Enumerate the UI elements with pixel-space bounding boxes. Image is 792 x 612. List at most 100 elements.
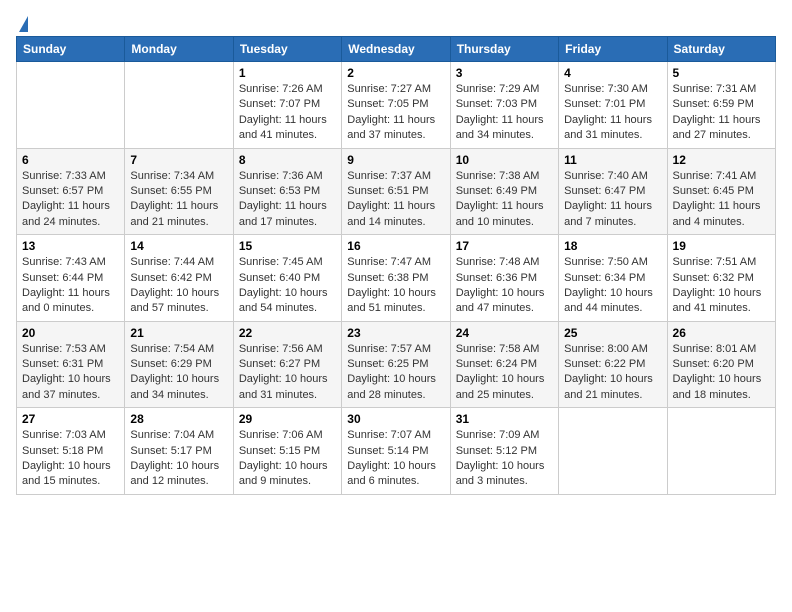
sunrise-text: Sunrise: 8:00 AM [564,343,648,355]
sunrise-text: Sunrise: 7:53 AM [22,343,106,355]
day-info: Sunrise: 7:56 AM Sunset: 6:27 PM Dayligh… [239,342,336,404]
sunset-text: Sunset: 5:14 PM [347,445,428,457]
day-number: 28 [130,412,227,426]
sunrise-text: Sunrise: 7:43 AM [22,256,106,268]
logo-triangle-icon [19,16,28,32]
calendar-cell: 19 Sunrise: 7:51 AM Sunset: 6:32 PM Dayl… [667,235,775,322]
daylight-text: Daylight: 11 hours and 7 minutes. [564,200,652,227]
weekday-header-cell: Tuesday [233,37,341,62]
calendar-cell: 21 Sunrise: 7:54 AM Sunset: 6:29 PM Dayl… [125,321,233,408]
calendar-cell: 1 Sunrise: 7:26 AM Sunset: 7:07 PM Dayli… [233,62,341,149]
sunset-text: Sunset: 6:42 PM [130,272,211,284]
day-info: Sunrise: 7:44 AM Sunset: 6:42 PM Dayligh… [130,255,227,317]
daylight-text: Daylight: 10 hours and 37 minutes. [22,373,111,400]
calendar-cell: 3 Sunrise: 7:29 AM Sunset: 7:03 PM Dayli… [450,62,558,149]
sunrise-text: Sunrise: 7:57 AM [347,343,431,355]
day-info: Sunrise: 7:41 AM Sunset: 6:45 PM Dayligh… [673,169,770,231]
day-number: 12 [673,153,770,167]
calendar-week-row: 20 Sunrise: 7:53 AM Sunset: 6:31 PM Dayl… [17,321,776,408]
sunrise-text: Sunrise: 7:34 AM [130,170,214,182]
sunset-text: Sunset: 5:12 PM [456,445,537,457]
calendar-cell: 6 Sunrise: 7:33 AM Sunset: 6:57 PM Dayli… [17,148,125,235]
sunset-text: Sunset: 6:55 PM [130,185,211,197]
sunset-text: Sunset: 6:38 PM [347,272,428,284]
day-number: 27 [22,412,119,426]
calendar-week-row: 1 Sunrise: 7:26 AM Sunset: 7:07 PM Dayli… [17,62,776,149]
day-number: 5 [673,66,770,80]
day-info: Sunrise: 7:03 AM Sunset: 5:18 PM Dayligh… [22,428,119,490]
sunrise-text: Sunrise: 7:06 AM [239,429,323,441]
weekday-header-cell: Saturday [667,37,775,62]
sunrise-text: Sunrise: 7:48 AM [456,256,540,268]
sunrise-text: Sunrise: 7:38 AM [456,170,540,182]
calendar-cell: 27 Sunrise: 7:03 AM Sunset: 5:18 PM Dayl… [17,408,125,495]
day-number: 4 [564,66,661,80]
day-number: 18 [564,239,661,253]
day-info: Sunrise: 7:34 AM Sunset: 6:55 PM Dayligh… [130,169,227,231]
sunset-text: Sunset: 7:05 PM [347,98,428,110]
daylight-text: Daylight: 11 hours and 27 minutes. [673,114,761,141]
calendar-cell: 22 Sunrise: 7:56 AM Sunset: 6:27 PM Dayl… [233,321,341,408]
daylight-text: Daylight: 10 hours and 28 minutes. [347,373,436,400]
sunset-text: Sunset: 6:45 PM [673,185,754,197]
day-number: 3 [456,66,553,80]
daylight-text: Daylight: 11 hours and 24 minutes. [22,200,110,227]
day-number: 17 [456,239,553,253]
sunrise-text: Sunrise: 7:40 AM [564,170,648,182]
daylight-text: Daylight: 11 hours and 37 minutes. [347,114,435,141]
sunrise-text: Sunrise: 7:58 AM [456,343,540,355]
daylight-text: Daylight: 11 hours and 31 minutes. [564,114,652,141]
day-number: 26 [673,326,770,340]
day-number: 21 [130,326,227,340]
day-number: 29 [239,412,336,426]
day-info: Sunrise: 7:43 AM Sunset: 6:44 PM Dayligh… [22,255,119,317]
sunrise-text: Sunrise: 7:41 AM [673,170,757,182]
sunrise-text: Sunrise: 7:27 AM [347,83,431,95]
daylight-text: Daylight: 10 hours and 9 minutes. [239,460,328,487]
day-number: 30 [347,412,444,426]
sunrise-text: Sunrise: 7:44 AM [130,256,214,268]
sunset-text: Sunset: 6:32 PM [673,272,754,284]
calendar-cell [667,408,775,495]
calendar-week-row: 13 Sunrise: 7:43 AM Sunset: 6:44 PM Dayl… [17,235,776,322]
day-number: 11 [564,153,661,167]
sunset-text: Sunset: 5:18 PM [22,445,103,457]
day-info: Sunrise: 7:27 AM Sunset: 7:05 PM Dayligh… [347,82,444,144]
day-number: 31 [456,412,553,426]
sunset-text: Sunset: 6:29 PM [130,358,211,370]
calendar-cell: 18 Sunrise: 7:50 AM Sunset: 6:34 PM Dayl… [559,235,667,322]
sunset-text: Sunset: 7:01 PM [564,98,645,110]
daylight-text: Daylight: 11 hours and 17 minutes. [239,200,327,227]
sunrise-text: Sunrise: 7:50 AM [564,256,648,268]
day-number: 23 [347,326,444,340]
daylight-text: Daylight: 11 hours and 34 minutes. [456,114,544,141]
day-info: Sunrise: 7:53 AM Sunset: 6:31 PM Dayligh… [22,342,119,404]
calendar-cell: 15 Sunrise: 7:45 AM Sunset: 6:40 PM Dayl… [233,235,341,322]
day-info: Sunrise: 7:31 AM Sunset: 6:59 PM Dayligh… [673,82,770,144]
calendar-week-row: 27 Sunrise: 7:03 AM Sunset: 5:18 PM Dayl… [17,408,776,495]
daylight-text: Daylight: 11 hours and 0 minutes. [22,287,110,314]
sunrise-text: Sunrise: 8:01 AM [673,343,757,355]
calendar-cell: 25 Sunrise: 8:00 AM Sunset: 6:22 PM Dayl… [559,321,667,408]
calendar-cell: 10 Sunrise: 7:38 AM Sunset: 6:49 PM Dayl… [450,148,558,235]
day-number: 14 [130,239,227,253]
day-number: 16 [347,239,444,253]
sunrise-text: Sunrise: 7:04 AM [130,429,214,441]
calendar-cell: 12 Sunrise: 7:41 AM Sunset: 6:45 PM Dayl… [667,148,775,235]
day-info: Sunrise: 7:40 AM Sunset: 6:47 PM Dayligh… [564,169,661,231]
day-number: 13 [22,239,119,253]
sunrise-text: Sunrise: 7:30 AM [564,83,648,95]
sunrise-text: Sunrise: 7:26 AM [239,83,323,95]
sunrise-text: Sunrise: 7:03 AM [22,429,106,441]
sunset-text: Sunset: 6:51 PM [347,185,428,197]
sunset-text: Sunset: 6:34 PM [564,272,645,284]
weekday-header-cell: Friday [559,37,667,62]
day-number: 24 [456,326,553,340]
calendar-week-row: 6 Sunrise: 7:33 AM Sunset: 6:57 PM Dayli… [17,148,776,235]
day-number: 1 [239,66,336,80]
calendar-cell: 16 Sunrise: 7:47 AM Sunset: 6:38 PM Dayl… [342,235,450,322]
sunset-text: Sunset: 7:07 PM [239,98,320,110]
sunrise-text: Sunrise: 7:54 AM [130,343,214,355]
sunset-text: Sunset: 6:31 PM [22,358,103,370]
daylight-text: Daylight: 10 hours and 15 minutes. [22,460,111,487]
